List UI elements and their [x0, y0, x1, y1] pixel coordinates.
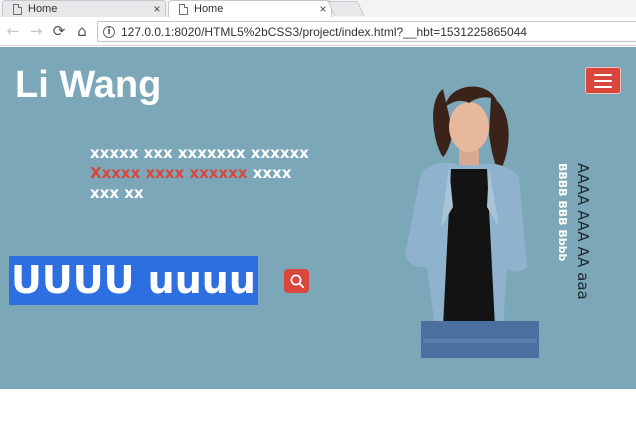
address-url: 127.0.0.1:8020/HTML5%2bCSS3/project/inde… — [121, 24, 527, 39]
menu-button[interactable] — [585, 67, 621, 94]
search-icon — [290, 274, 304, 288]
home-icon[interactable]: ⌂ — [73, 22, 91, 40]
vertical-text-2: AAAA AAA AA aaa — [574, 163, 592, 300]
document-icon — [179, 3, 188, 15]
close-icon[interactable]: × — [149, 2, 165, 16]
document-icon — [13, 3, 22, 15]
browser-tab-active[interactable]: Home × — [168, 0, 332, 17]
hamburger-bar — [594, 79, 612, 82]
browser-tab-strip: Home × Home × — [0, 0, 636, 17]
tab-title: Home — [194, 3, 224, 15]
tab-title: Home — [28, 3, 58, 15]
site-brand[interactable]: Li Wang — [15, 64, 161, 107]
browser-tab[interactable]: Home × — [2, 0, 166, 17]
forward-icon[interactable]: → — [27, 22, 45, 40]
browser-toolbar: ← → ⟳ ⌂ i 127.0.0.1:8020/HTML5%2bCSS3/pr… — [0, 17, 636, 46]
info-icon[interactable]: i — [103, 25, 115, 38]
hamburger-icon — [594, 73, 612, 76]
page-hero: Li Wang xxxxx xxx xxxxxxx xxxxxx Xxxxx x… — [0, 47, 636, 389]
vertical-text-1: BBBB BBB Bbbb — [556, 163, 569, 262]
search-button[interactable] — [284, 269, 309, 293]
hamburger-bar — [594, 85, 612, 88]
intro-line: xxxxx xxx xxxxxxx xxxxxx — [90, 144, 309, 162]
portrait-photo — [405, 86, 539, 358]
address-bar[interactable]: i 127.0.0.1:8020/HTML5%2bCSS3/project/in… — [97, 21, 636, 42]
back-icon[interactable]: ← — [4, 22, 22, 40]
intro-accent: Xxxxx xxxx xxxxxx — [90, 164, 248, 182]
new-tab-button[interactable] — [327, 1, 365, 16]
reload-icon[interactable]: ⟳ — [50, 22, 68, 40]
intro-line-2: Xxxxx xxxx xxxxxx xxxx xxx xx — [90, 163, 315, 203]
hero-heading-selected[interactable]: UUUU uuuu — [9, 256, 258, 305]
intro-text: xxxxx xxx xxxxxxx xxxxxx Xxxxx xxxx xxxx… — [90, 143, 315, 203]
